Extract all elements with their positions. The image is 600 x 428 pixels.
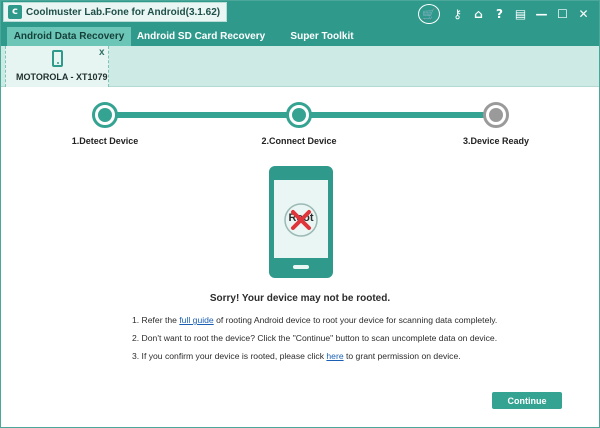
- app-title: Coolmuster Lab.Fone for Android(3.1.62): [26, 6, 221, 18]
- step-2-node: [286, 102, 312, 128]
- cart-icon[interactable]: 🛒: [418, 4, 440, 24]
- progress-track-2: [299, 112, 495, 118]
- not-rooted-message: Sorry! Your device may not be rooted.: [209, 293, 391, 304]
- key-icon[interactable]: ⚷: [448, 5, 467, 24]
- titlebar-icons: 🛒 ⚷ ⌂ ? ▤ — ☐ ✕: [416, 4, 593, 24]
- tab-android-sd-card-recovery[interactable]: Android SD Card Recovery: [133, 27, 269, 46]
- home-icon[interactable]: ⌂: [469, 5, 488, 24]
- instruction-3: 3. If you confirm your device is rooted,…: [132, 351, 461, 361]
- device-bar: x MOTOROLA - XT1079: [1, 46, 599, 87]
- minimize-icon[interactable]: —: [532, 5, 551, 24]
- instruction-2: 2. Don't want to root the device? Click …: [132, 333, 498, 343]
- step-2-label: 2.Connect Device: [261, 136, 337, 146]
- app-title-box: c Coolmuster Lab.Fone for Android(3.1.62…: [3, 2, 228, 22]
- device-tab[interactable]: x MOTOROLA - XT1079: [5, 46, 109, 87]
- progress-stepper: 1.Detect Device 2.Connect Device 3.Devic…: [1, 97, 599, 157]
- app-window: c Coolmuster Lab.Fone for Android(3.1.62…: [0, 0, 600, 428]
- progress-track-1: [105, 112, 299, 118]
- phone-home-button: [293, 265, 309, 269]
- grant-permission-link[interactable]: here: [326, 351, 343, 361]
- device-close-button[interactable]: x: [99, 47, 105, 58]
- step-3-node: [483, 102, 509, 128]
- phone-icon: [52, 50, 63, 67]
- register-icon[interactable]: ▤: [511, 5, 530, 24]
- phone-illustration: Root: [269, 166, 333, 278]
- phone-screen: Root: [274, 180, 328, 258]
- tab-android-data-recovery[interactable]: Android Data Recovery: [7, 27, 131, 46]
- tab-super-toolkit[interactable]: Super Toolkit: [279, 27, 365, 46]
- main-tab-bar: Android Data Recovery Android SD Card Re…: [1, 27, 599, 46]
- app-logo-icon: c: [8, 5, 22, 19]
- instruction-1: 1. Refer the full guide of rooting Andro…: [132, 315, 498, 325]
- instructions-list: 1. Refer the full guide of rooting Andro…: [132, 314, 572, 368]
- device-name: MOTOROLA - XT1079: [16, 72, 108, 82]
- step-1-label: 1.Detect Device: [71, 136, 139, 146]
- step-3-label: 3.Device Ready: [462, 136, 530, 146]
- continue-button[interactable]: Continue: [492, 392, 562, 409]
- maximize-icon[interactable]: ☐: [553, 5, 572, 24]
- step-1-node: [92, 102, 118, 128]
- close-icon[interactable]: ✕: [574, 5, 593, 24]
- title-bar: c Coolmuster Lab.Fone for Android(3.1.62…: [1, 1, 599, 27]
- not-rooted-icon: Root: [283, 202, 319, 238]
- help-icon[interactable]: ?: [490, 5, 509, 24]
- full-guide-link[interactable]: full guide: [179, 315, 213, 325]
